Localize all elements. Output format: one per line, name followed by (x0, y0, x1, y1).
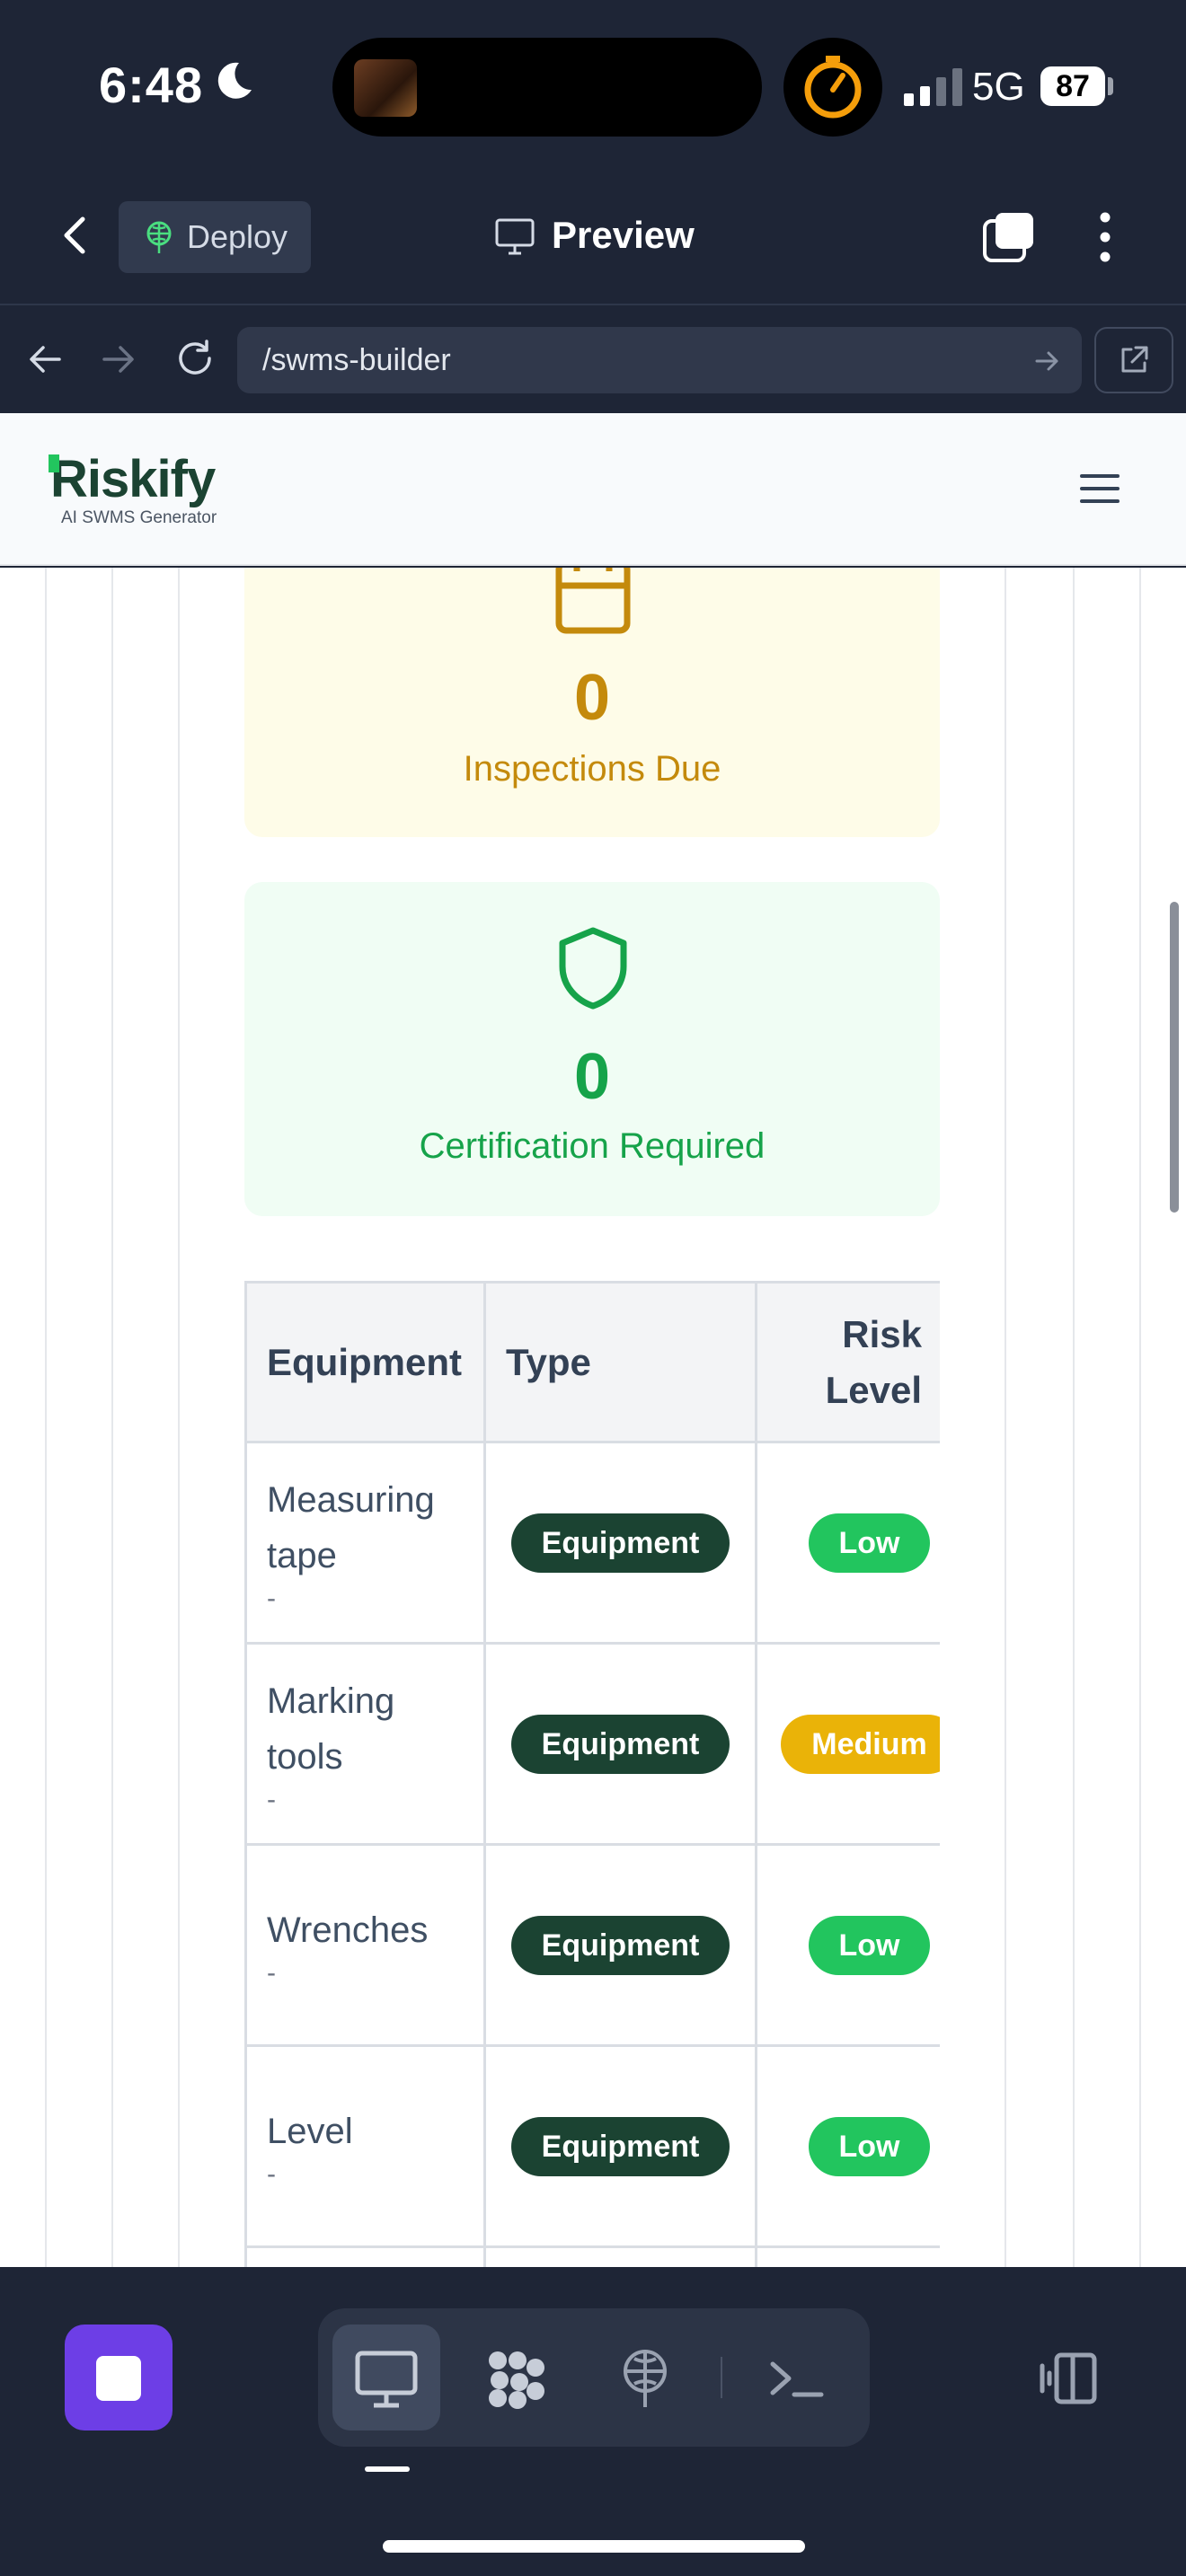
battery-nub (1108, 77, 1113, 95)
desktop-icon (495, 218, 535, 255)
back-icon[interactable] (54, 207, 97, 264)
equipment-table: Equipment Type Risk Level Measuring tape… (244, 1281, 940, 2269)
scrollbar-thumb[interactable] (1170, 902, 1179, 1213)
table-header-row: Equipment Type Risk Level (244, 1281, 940, 1443)
shield-icon (559, 927, 627, 1010)
type-cell (483, 2245, 757, 2269)
column-header-risk: Risk Level (755, 1281, 940, 1443)
logo-tagline: AI SWMS Generator (61, 508, 217, 527)
type-cell: Equipment (483, 2044, 757, 2248)
nav-back-icon[interactable] (25, 340, 65, 379)
table-row: Measuring tape - Equipment Low (244, 1441, 940, 1645)
equipment-name: Level (267, 2111, 353, 2151)
url-text: /swms-builder (262, 343, 451, 377)
more-options-icon[interactable] (1085, 208, 1125, 266)
reload-icon[interactable] (173, 336, 217, 381)
status-time: 6:48 (99, 57, 204, 113)
table-row (244, 2245, 940, 2269)
type-cell: Equipment (483, 1843, 757, 2047)
deploy-icon (146, 221, 172, 253)
column-header-type: Type (483, 1281, 757, 1443)
equipment-detail: - (267, 1957, 276, 1988)
home-indicator[interactable] (383, 2540, 805, 2553)
deploy-icon[interactable] (611, 2346, 679, 2411)
risk-badge: Medium (781, 1714, 940, 1774)
type-cell: Equipment (483, 1441, 757, 1645)
stat-value: 0 (573, 662, 611, 734)
equipment-cell (244, 2245, 486, 2269)
risk-cell: Low (755, 1441, 940, 1645)
equipment-detail: - (267, 1784, 276, 1814)
sidebar-toggle-icon[interactable] (1033, 2346, 1102, 2411)
battery-icon: 87 (1040, 66, 1105, 106)
calendar-icon (555, 568, 631, 634)
equipment-table-container[interactable]: Equipment Type Risk Level Measuring tape… (244, 1281, 940, 2269)
external-link-icon (1121, 346, 1148, 373)
desktop-icon (355, 2351, 418, 2408)
type-badge: Equipment (510, 1513, 730, 1573)
equipment-name: Marking tools (267, 1681, 395, 1777)
risk-badge: Low (808, 1513, 931, 1573)
equipment-detail: - (267, 1583, 276, 1613)
table-row: Level - Equipment Low (244, 2044, 940, 2248)
terminal-icon[interactable] (764, 2346, 832, 2411)
table-row: Marking tools - Equipment Medium (244, 1642, 940, 1846)
column-header-equipment: Equipment (244, 1281, 486, 1443)
riskify-logo[interactable]: Riskify (50, 449, 216, 509)
logo-accent (49, 454, 59, 472)
open-external-button[interactable] (1094, 327, 1173, 393)
nav-forward-icon[interactable] (99, 340, 138, 379)
type-badge: Equipment (510, 1915, 730, 1975)
divider (721, 2357, 722, 2398)
equipment-cell: Marking tools - (244, 1642, 486, 1846)
risk-cell (755, 2245, 940, 2269)
stat-value: 0 (573, 1041, 611, 1113)
puzzle-icon[interactable] (482, 2346, 550, 2411)
equipment-cell: Wrenches - (244, 1843, 486, 2047)
equipment-name: Wrenches (267, 1910, 429, 1950)
timer-icon (783, 38, 882, 137)
equipment-cell: Measuring tape - (244, 1441, 486, 1645)
type-badge: Equipment (510, 2116, 730, 2176)
risk-badge: Low (808, 2116, 931, 2176)
signal-icon (904, 68, 962, 106)
stat-label: Inspections Due (463, 749, 721, 789)
stat-label: Certification Required (419, 1126, 766, 1166)
risk-cell: Medium (755, 1642, 940, 1846)
active-indicator (365, 2466, 410, 2472)
stats-clip: 0 Inspections Due 0 Certification Requir… (0, 568, 1186, 1250)
equipment-name: Measuring tape (267, 1479, 435, 1575)
go-arrow-icon[interactable] (1031, 345, 1064, 377)
equipment-cell: Level - (244, 2044, 486, 2248)
preview-title[interactable]: Preview (552, 214, 695, 257)
type-cell: Equipment (483, 1642, 757, 1846)
risk-cell: Low (755, 2044, 940, 2248)
equipment-detail: - (267, 2158, 276, 2189)
network-label: 5G (972, 65, 1025, 109)
deploy-label: Deploy (187, 218, 288, 255)
menu-icon[interactable] (1075, 469, 1125, 508)
table-row: Wrenches - Equipment Low (244, 1843, 940, 2047)
stop-icon (96, 2356, 141, 2401)
risk-badge: Low (808, 1915, 931, 1975)
moon-icon (217, 62, 252, 99)
type-badge: Equipment (510, 1714, 730, 1774)
risk-cell: Low (755, 1843, 940, 2047)
tabs-icon[interactable] (981, 210, 1037, 264)
now-playing-artwork (354, 59, 417, 117)
